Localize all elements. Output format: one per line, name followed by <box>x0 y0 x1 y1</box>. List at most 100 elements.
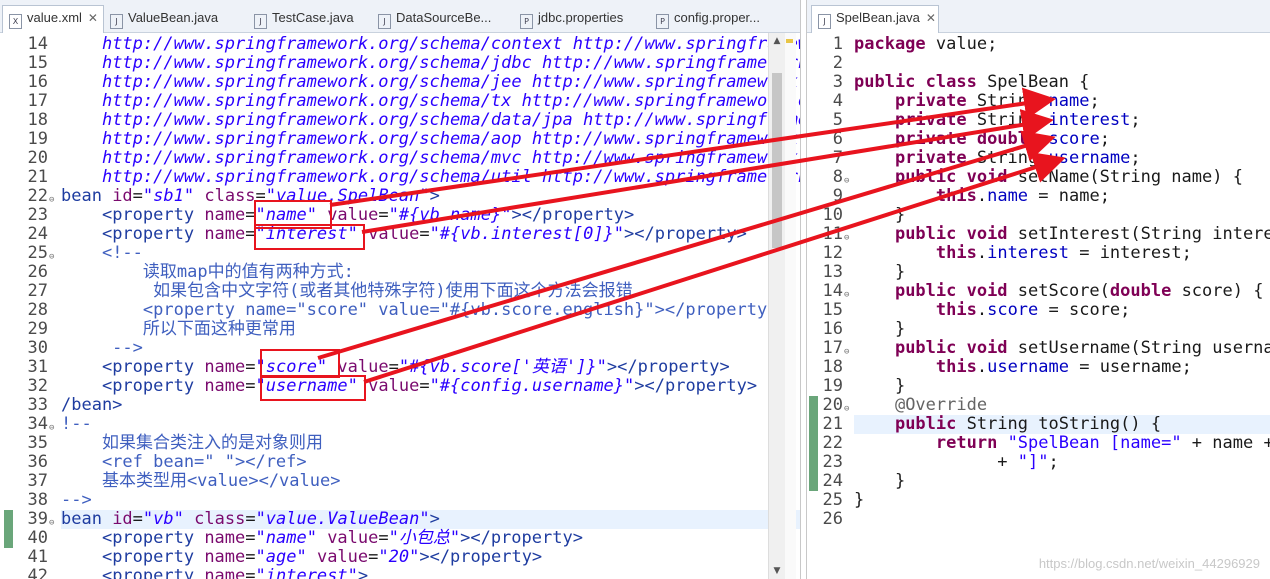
code-line[interactable]: 41 <property name="age" value="20"></pro… <box>0 548 800 567</box>
code-line[interactable]: 17 ⊖ public void setUsername(String usern… <box>807 339 1270 358</box>
close-tab-icon[interactable]: ✕ <box>926 11 936 25</box>
code-line[interactable]: 14 ⊖ public void setScore(double score) { <box>807 282 1270 301</box>
code-line[interactable]: 5 private String interest; <box>807 111 1270 130</box>
code-line[interactable]: 27 如果包含中文字符(或者其他特殊字符)使用下面这个方法会报错 <box>0 282 800 301</box>
code-line[interactable]: 35 如果集合类注入的是对象则用 <box>0 434 800 453</box>
code-line[interactable]: 21 http://www.springframework.org/schema… <box>0 168 800 187</box>
code-line[interactable]: 15 http://www.springframework.org/schema… <box>0 54 800 73</box>
code-line[interactable]: 9 this.name = name; <box>807 187 1270 206</box>
code-line[interactable]: 39 ⊖ bean id="vb" class="value.ValueBean"> <box>0 510 800 529</box>
code-line[interactable]: 18 this.username = username; <box>807 358 1270 377</box>
code-line[interactable]: 19 http://www.springframework.org/schema… <box>0 130 800 149</box>
code-line[interactable]: 8 ⊖ public void setName(String name) { <box>807 168 1270 187</box>
line-number: 14 <box>822 281 843 301</box>
code-line[interactable]: 34 ⊖ !-- <box>0 415 800 434</box>
code-line[interactable]: 17 http://www.springframework.org/schema… <box>0 92 800 111</box>
code-line[interactable]: 6 private double score; <box>807 130 1270 149</box>
code-line[interactable]: 38 --> <box>0 491 800 510</box>
code-text: --> <box>61 339 143 358</box>
code-line[interactable]: 33/bean> <box>0 396 800 415</box>
code-line[interactable]: 25 ⊖ <!-- <box>0 244 800 263</box>
token-tag: <property <box>101 566 205 579</box>
scroll-thumb[interactable] <box>772 73 782 248</box>
code-line[interactable]: 26 <box>807 510 1270 529</box>
token-default: = <box>419 376 430 396</box>
code-line[interactable]: 18 http://www.springframework.org/schema… <box>0 111 800 130</box>
token-comment: 所以下面这种更常用 <box>61 319 296 339</box>
line-number: 31 <box>27 357 48 377</box>
code-line[interactable]: 16 http://www.springframework.org/schema… <box>0 73 800 92</box>
code-text: <!-- <box>61 244 143 263</box>
token-default: . <box>976 300 988 320</box>
xml-editor-pane[interactable]: Xvalue.xml ✕ J ValueBean.java J TestCase.java… <box>0 0 801 579</box>
token-default <box>61 376 102 396</box>
token-default: = interest; <box>1068 243 1192 263</box>
code-text: http://www.springframework.org/schema/tx… <box>61 92 800 111</box>
code-line[interactable]: 4 private String name; <box>807 92 1270 111</box>
code-line[interactable]: 15 this.score = score; <box>807 301 1270 320</box>
code-line[interactable]: 10 } <box>807 206 1270 225</box>
close-tab-icon[interactable]: ✕ <box>88 11 98 25</box>
code-line[interactable]: 11 ⊖ public void setInterest(String inter… <box>807 225 1270 244</box>
code-text: } <box>854 206 905 225</box>
token-value: "#{vb.interest[0]}" <box>429 224 625 244</box>
code-line[interactable]: 31 <property name="score" value="#{vb.sc… <box>0 358 800 377</box>
scroll-up-button[interactable]: ▲ <box>769 33 785 49</box>
vertical-scrollbar[interactable]: ▲ ▼ <box>768 33 785 579</box>
code-text: /bean> <box>61 396 122 415</box>
code-line[interactable]: 19 } <box>807 377 1270 396</box>
token-default <box>997 433 1007 453</box>
token-default: = <box>245 509 256 529</box>
code-line[interactable]: 1 package value; <box>807 35 1270 54</box>
token-keyword: public void <box>894 224 1008 244</box>
code-text: public class SpelBean { <box>854 73 1089 92</box>
code-line[interactable]: 32 <property name="username" value="#{co… <box>0 377 800 396</box>
tab-jdbc-properties[interactable]: Pjdbc.properties <box>514 6 648 30</box>
token-default <box>61 547 102 567</box>
xml-editor[interactable]: 14 http://www.springframework.org/schema… <box>0 33 800 579</box>
code-text: bean id="vb" class="value.ValueBean"> <box>61 510 440 529</box>
code-line[interactable]: 23 <property name="name" value="#{vb.nam… <box>0 206 800 225</box>
code-line[interactable]: 26 读取map中的值有两种方式: <box>0 263 800 282</box>
tab-datasourcebe[interactable]: J DataSourceBe... <box>372 6 512 30</box>
code-line[interactable]: 36 <ref bean=" "></ref> <box>0 453 800 472</box>
code-line[interactable]: 3 public class SpelBean { <box>807 73 1270 92</box>
token-keyword: this <box>935 243 977 263</box>
tab-spelbean-java[interactable]: J SpelBean.java ✕ <box>811 5 939 33</box>
code-line[interactable]: 22 return "SpelBean [name=" + name + ", … <box>807 434 1270 453</box>
code-line[interactable]: 40 <property name="name" value="小包总"></p… <box>0 529 800 548</box>
token-attr: value <box>327 205 379 225</box>
scroll-down-button[interactable]: ▼ <box>769 563 785 579</box>
code-text: <property name="interest" value="#{vb.in… <box>61 225 747 244</box>
code-text: http://www.springframework.org/schema/ao… <box>61 129 800 149</box>
code-line[interactable]: 20 http://www.springframework.org/schema… <box>0 149 800 168</box>
tab-config-proper[interactable]: Pconfig.proper... <box>650 6 790 30</box>
code-line[interactable]: 14 http://www.springframework.org/schema… <box>0 35 800 54</box>
code-line[interactable]: 24 } <box>807 472 1270 491</box>
tab-value-xml[interactable]: Xvalue.xml ✕ <box>2 5 104 33</box>
code-line[interactable]: 29 所以下面这种更常用 <box>0 320 800 339</box>
code-line[interactable]: 25} <box>807 491 1270 510</box>
tab-valuebean-java[interactable]: J ValueBean.java <box>104 6 246 30</box>
java-editor-pane[interactable]: J SpelBean.java ✕ 1 package value; 2 3 public … <box>806 0 1270 579</box>
warning-marker[interactable] <box>786 39 793 43</box>
token-default <box>61 129 102 149</box>
token-value: http://www.springframework.org/schema/co… <box>101 34 800 54</box>
code-line[interactable]: 7 private String username; <box>807 149 1270 168</box>
code-line[interactable]: 2 <box>807 54 1270 73</box>
code-line[interactable]: 12 this.interest = interest; <box>807 244 1270 263</box>
code-line[interactable]: 42 <property name="interest"> <box>0 567 800 579</box>
code-line[interactable]: 21 public String toString() { <box>807 415 1270 434</box>
code-line[interactable]: 23 + "]"; <box>807 453 1270 472</box>
code-line[interactable]: 20 ⊖ @Override <box>807 396 1270 415</box>
code-line[interactable]: 37 基本类型用<value></value> <box>0 472 800 491</box>
code-line[interactable]: 28 <property name="score" value="#{vb.sc… <box>0 301 800 320</box>
code-line[interactable]: 30 --> <box>0 339 800 358</box>
code-line[interactable]: 22 ⊖ bean id="sb1" class="value.SpelBean"> <box>0 187 800 206</box>
token-comment: <property name="score" value="#{vb.score… <box>61 300 778 320</box>
code-line[interactable]: 16 } <box>807 320 1270 339</box>
tab-testcase-java[interactable]: J TestCase.java <box>248 6 370 30</box>
code-line[interactable]: 13 } <box>807 263 1270 282</box>
code-line[interactable]: 24 <property name="interest" value="#{vb… <box>0 225 800 244</box>
java-editor[interactable]: 1 package value; 2 3 public class SpelBean {… <box>807 33 1270 579</box>
